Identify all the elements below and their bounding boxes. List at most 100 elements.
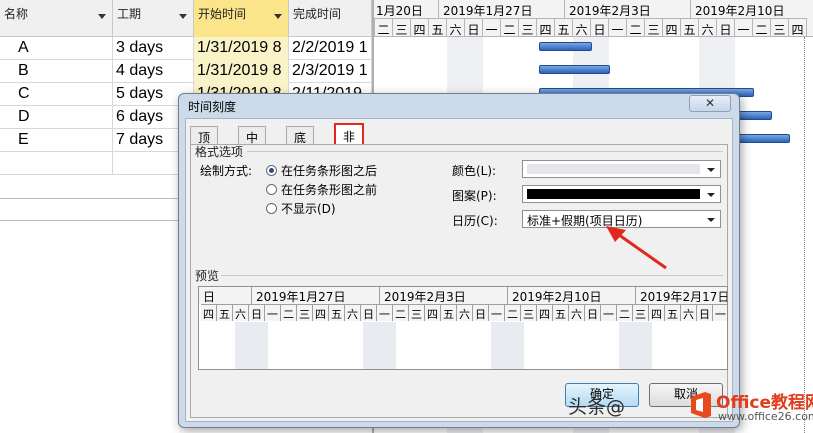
preview-day-label: 日: [361, 304, 377, 321]
cell-duration[interactable]: 4 days: [113, 60, 194, 83]
preview-day-label: 二: [505, 304, 521, 321]
divider: [221, 275, 723, 276]
tab-nonworking-time[interactable]: 非工作时间: [334, 123, 365, 212]
day-label: 三: [519, 18, 537, 36]
preview-week-label: 2019年2月10日: [508, 287, 636, 304]
preview-day-label: 四: [313, 304, 329, 321]
chevron-down-icon[interactable]: [179, 14, 187, 19]
task-bar[interactable]: [539, 65, 610, 74]
day-label: 一: [735, 18, 753, 36]
day-label: 四: [789, 18, 807, 36]
cell-name[interactable]: B: [0, 60, 113, 83]
day-label: 三: [393, 18, 411, 36]
column-header-label: 开始时间: [198, 7, 247, 21]
pattern-select[interactable]: [522, 185, 721, 203]
day-label: 五: [555, 18, 573, 36]
pattern-label: 图案(P):: [452, 189, 497, 203]
tab-bottom-tier[interactable]: 底层: [286, 126, 315, 162]
cell-name[interactable]: A: [0, 37, 113, 60]
cell-duration[interactable]: 3 days: [113, 37, 194, 60]
draw-option-before[interactable]: 在任务条形图之前: [266, 181, 377, 198]
day-label: 日: [717, 18, 735, 36]
preview-day-label: 六: [233, 304, 249, 321]
color-label: 颜色(L):: [452, 164, 497, 178]
site-logo: Office教程网 www.office26.com: [688, 386, 813, 430]
cell-name[interactable]: [0, 152, 113, 175]
day-label: 二: [501, 18, 519, 36]
day-label: 四: [411, 18, 429, 36]
table-row[interactable]: B 4 days 1/31/2019 8 2/3/2019 1: [0, 60, 372, 83]
cell-finish[interactable]: 2/3/2019 1: [289, 60, 372, 83]
watermark-text: 头条@: [568, 396, 626, 418]
preview-pane: 日 2019年1月27日 2019年2月3日 2019年2月10日 2019年2…: [198, 286, 728, 370]
chevron-down-icon[interactable]: [98, 14, 106, 19]
day-label: 二: [627, 18, 645, 36]
preview-day-label: 二: [393, 304, 409, 321]
column-header-label: 工期: [117, 7, 142, 21]
week-label: 1月20日: [374, 0, 439, 18]
tab-panel: 格式选项 绘制方式: 在任务条形图之后 在任务条形图之前 不显示(D) 颜色(L…: [190, 144, 728, 418]
preview-day-label: 四: [425, 304, 441, 321]
cell-start[interactable]: 1/31/2019 8: [194, 60, 289, 83]
close-icon: ✕: [704, 96, 716, 110]
table-row[interactable]: A 3 days 1/31/2019 8 2/2/2019 1: [0, 37, 372, 60]
preview-day-label: 四: [649, 304, 665, 321]
preview-day-label: 五: [553, 304, 569, 321]
preview-nonworking-shade: [491, 322, 524, 369]
draw-label: 绘制方式:: [200, 164, 253, 178]
preview-week-label: 2019年2月3日: [380, 287, 508, 304]
preview-nonworking-shade: [235, 322, 268, 369]
cell-name[interactable]: E: [0, 129, 113, 152]
preview-day-label: 日: [697, 304, 713, 321]
chevron-down-icon[interactable]: [274, 14, 282, 19]
preview-day-label: 六: [457, 304, 473, 321]
cell-name[interactable]: C: [0, 83, 113, 106]
radio-label: 不显示(D): [281, 202, 336, 216]
day-label: 六: [699, 18, 717, 36]
task-bar[interactable]: [539, 42, 592, 51]
day-label: 一: [483, 18, 501, 36]
preview-day-label: 五: [665, 304, 681, 321]
timescale[interactable]: 1月20日 2019年1月27日 2019年2月3日 2019年2月10日 一二…: [374, 0, 813, 37]
close-button[interactable]: ✕: [689, 95, 731, 112]
cell-start[interactable]: 1/31/2019 8: [194, 37, 289, 60]
preview-day-label: 一: [377, 304, 393, 321]
draw-option-hide[interactable]: 不显示(D): [266, 200, 336, 217]
column-header-start[interactable]: 开始时间: [194, 0, 289, 37]
preview-nonworking-shade: [363, 322, 396, 369]
table-header: 名称 工期 开始时间 完成时间: [0, 0, 372, 37]
day-label: 六: [447, 18, 465, 36]
chevron-down-icon: [707, 193, 715, 197]
radio-label: 在任务条形图之前: [281, 183, 378, 197]
divider: [247, 151, 723, 152]
format-section-label: 格式选项: [195, 145, 244, 159]
column-header-label: 完成时间: [293, 7, 342, 21]
radio-icon: [266, 165, 277, 176]
preview-week-label: 2019年2月17日: [636, 287, 727, 304]
preview-day-label: 日: [249, 304, 265, 321]
column-header-name[interactable]: 名称: [0, 0, 113, 37]
day-label: 三: [771, 18, 789, 36]
week-label: 2019年1月27日: [439, 0, 565, 18]
preview-day-label: 一: [601, 304, 617, 321]
preview-day-label: 三: [521, 304, 537, 321]
preview-day-label: 六: [569, 304, 585, 321]
dialog-title: 时间刻度: [188, 100, 237, 114]
day-label: 三: [645, 18, 663, 36]
day-label: 一: [609, 18, 627, 36]
cell-name[interactable]: D: [0, 106, 113, 129]
color-select[interactable]: [522, 160, 721, 178]
preview-section-label: 预览: [195, 269, 220, 283]
cell-finish[interactable]: 2/2/2019 1: [289, 37, 372, 60]
color-swatch: [527, 164, 700, 174]
preview-day-label: 三: [633, 304, 649, 321]
day-label: 二: [375, 18, 393, 36]
preview-week-label: 2019年1月27日: [252, 287, 380, 304]
column-header-finish[interactable]: 完成时间: [289, 0, 372, 37]
column-header-duration[interactable]: 工期: [113, 0, 194, 37]
preview-day-label: 四: [537, 304, 553, 321]
logo-subtitle: www.office26.com: [718, 410, 813, 423]
day-label: 二: [753, 18, 771, 36]
draw-option-after[interactable]: 在任务条形图之后: [266, 162, 377, 179]
preview-day-label: 三: [409, 304, 425, 321]
